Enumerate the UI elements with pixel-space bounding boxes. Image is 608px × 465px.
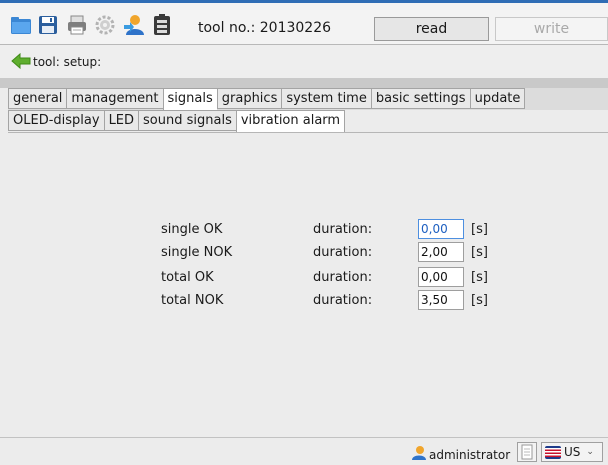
- main-tabs: general management signals graphics syst…: [8, 88, 608, 110]
- subtab-led[interactable]: LED: [103, 110, 139, 131]
- tab-management[interactable]: management: [66, 88, 163, 109]
- setting-label: single NOK: [161, 245, 233, 260]
- tool-number-label: tool no.: 20130226: [198, 20, 332, 36]
- vibration-alarm-panel: single OK duration: [s] single NOK durat…: [8, 132, 608, 437]
- total-nok-duration-input[interactable]: [418, 290, 464, 310]
- unit-label: [s]: [471, 293, 488, 308]
- total-ok-duration-input[interactable]: [418, 267, 464, 287]
- setting-label: total OK: [161, 270, 214, 285]
- duration-label: duration:: [313, 245, 373, 260]
- gear-icon[interactable]: [94, 13, 116, 37]
- tool-setup-row: tool: setup:: [0, 45, 608, 78]
- save-icon[interactable]: [37, 13, 59, 37]
- sub-tabs: OLED-display LED sound signals vibration…: [8, 110, 608, 132]
- folder-icon[interactable]: [10, 13, 32, 37]
- chevron-down-icon: ⌄: [586, 447, 594, 457]
- tab-signals[interactable]: signals: [162, 88, 217, 110]
- user-transfer-icon[interactable]: [122, 13, 144, 37]
- user-icon: [410, 445, 426, 464]
- subtab-vibration-alarm[interactable]: vibration alarm: [235, 110, 346, 132]
- tab-basic-settings[interactable]: basic settings: [370, 88, 470, 109]
- duration-label: duration:: [313, 222, 373, 237]
- setting-label: single OK: [161, 222, 223, 237]
- duration-label: duration:: [313, 270, 373, 285]
- single-ok-duration-input[interactable]: [418, 219, 464, 239]
- unit-label: [s]: [471, 222, 488, 237]
- notes-icon[interactable]: [517, 442, 537, 462]
- tab-system-time[interactable]: system time: [281, 88, 371, 109]
- duration-label: duration:: [313, 293, 373, 308]
- green-left-arrow-icon[interactable]: [11, 52, 31, 70]
- tool-setup-label: tool: setup:: [33, 55, 102, 69]
- us-flag-icon: [545, 445, 561, 459]
- user-name: administrator: [429, 447, 511, 462]
- unit-label: [s]: [471, 270, 488, 285]
- language-select[interactable]: US ⌄: [541, 442, 603, 462]
- unit-label: [s]: [471, 245, 488, 260]
- tab-general[interactable]: general: [8, 88, 67, 109]
- divider: [0, 78, 608, 88]
- setting-label: total NOK: [161, 293, 224, 308]
- write-button[interactable]: write: [495, 17, 608, 41]
- language-code: US: [564, 445, 581, 459]
- single-nok-duration-input[interactable]: [418, 242, 464, 262]
- top-toolbar: tool no.: 20130226 read write: [0, 0, 608, 44]
- subtab-sound-signals[interactable]: sound signals: [138, 110, 236, 131]
- tab-update[interactable]: update: [469, 88, 526, 109]
- subtab-oled-display[interactable]: OLED-display: [8, 110, 104, 131]
- status-bar: administrator US ⌄: [0, 437, 608, 465]
- tab-graphics[interactable]: graphics: [216, 88, 282, 109]
- battery-icon[interactable]: [151, 13, 173, 37]
- user-indicator: administrator: [410, 445, 510, 464]
- read-button[interactable]: read: [374, 17, 489, 41]
- print-icon[interactable]: [66, 13, 88, 37]
